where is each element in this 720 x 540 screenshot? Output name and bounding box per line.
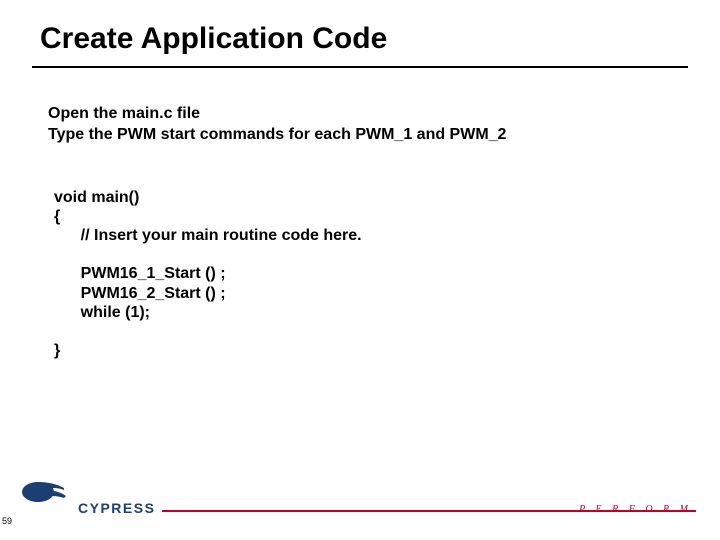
page-number: 59 <box>2 516 12 526</box>
title-area: Create Application Code <box>0 0 720 56</box>
code-line: void main() <box>54 189 139 206</box>
code-line: // Insert your main routine code here. <box>54 227 362 244</box>
code-block: void main() { // Insert your main routin… <box>48 188 672 361</box>
instruction-line-1: Open the main.c file <box>48 104 672 125</box>
cypress-logo-icon <box>18 476 70 506</box>
instruction-line-2: Type the PWM start commands for each PWM… <box>48 125 672 146</box>
code-line: PWM16_1_Start () ; <box>54 265 226 282</box>
code-line: while (1); <box>54 304 150 321</box>
footer: CYPRESS P E R F O R M <box>0 476 720 532</box>
code-line: PWM16_2_Start () ; <box>54 285 226 302</box>
code-line: { <box>54 208 60 225</box>
code-line: } <box>54 342 60 359</box>
body-area: Open the main.c file Type the PWM start … <box>0 68 720 360</box>
footer-tagline: P E R F O R M <box>579 504 692 515</box>
slide-title: Create Application Code <box>40 22 720 56</box>
logo-wordmark: CYPRESS <box>78 500 155 516</box>
cypress-logo: CYPRESS <box>18 476 168 526</box>
